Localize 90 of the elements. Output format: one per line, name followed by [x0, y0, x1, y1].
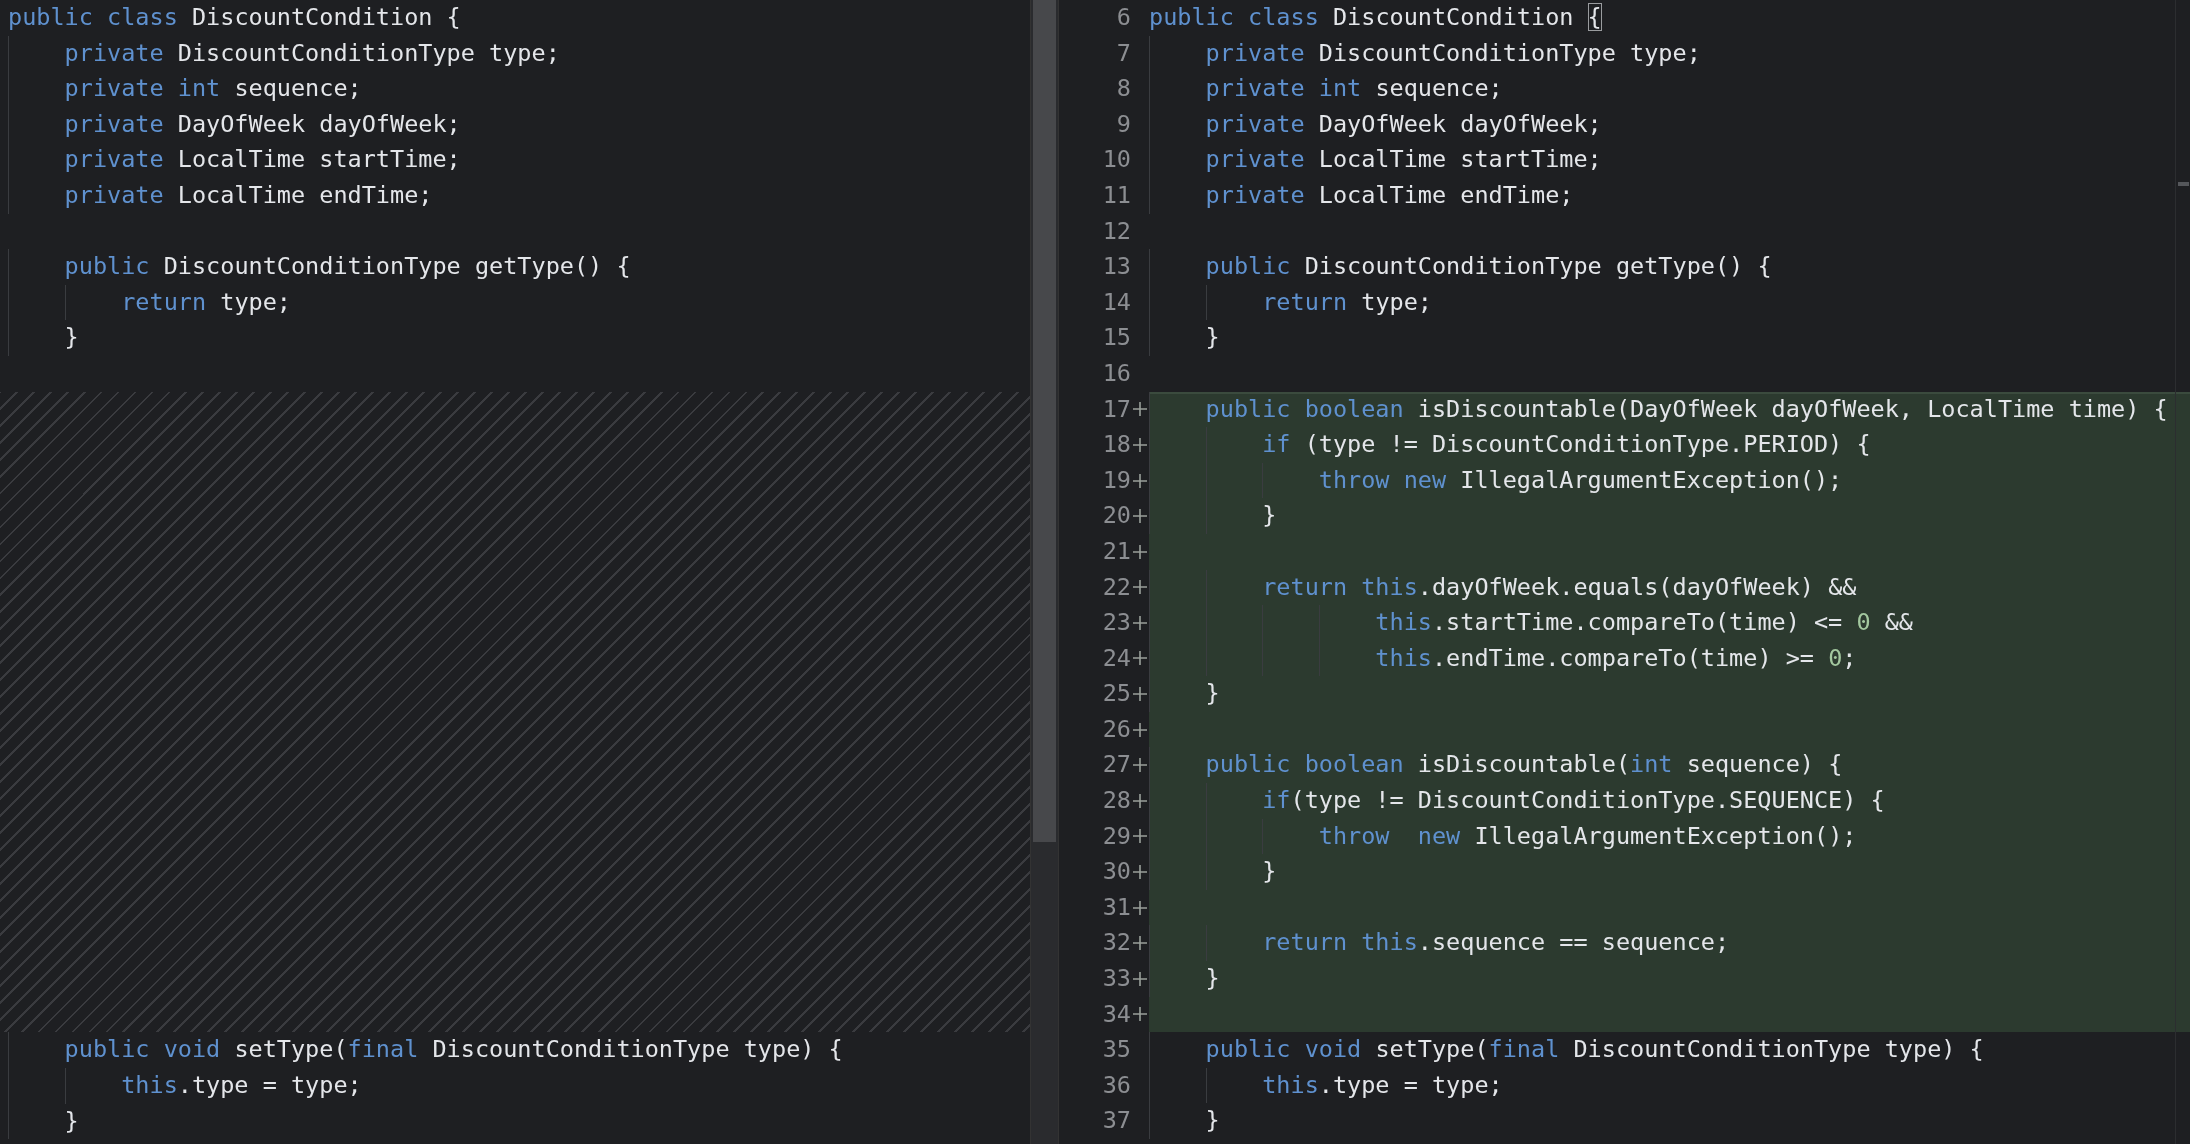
plus-icon	[1133, 936, 1147, 951]
line-number: 26	[1101, 713, 1131, 745]
code-line: this.endTime.compareTo(time) >= 0;	[1374, 643, 1857, 672]
line-number: 9	[1115, 108, 1131, 140]
plus-icon	[1133, 473, 1147, 488]
plus-icon	[1133, 900, 1147, 915]
code-line: private DiscountConditionType type;	[1204, 38, 1701, 67]
line-number: 28	[1101, 785, 1131, 817]
code-line: this.type = type;	[120, 1070, 362, 1099]
plus-icon	[1133, 793, 1147, 808]
plus-icon	[1133, 722, 1147, 737]
code-line: private LocalTime endTime;	[63, 180, 433, 209]
line-number: 31	[1101, 891, 1131, 923]
line-number: 19	[1101, 464, 1131, 496]
line-number: 35	[1101, 1034, 1131, 1066]
line-number: 16	[1101, 357, 1131, 389]
line-number: 37	[1101, 1105, 1131, 1137]
line-number: 11	[1101, 179, 1131, 211]
code-line: public void setType(final DiscountConditionType type) {	[1204, 1035, 1984, 1064]
code-line: private LocalTime endTime;	[1204, 180, 1574, 209]
scrollbar[interactable]	[2175, 0, 2190, 1144]
code-line: private LocalTime startTime;	[1204, 145, 1602, 174]
code-line: private int sequence;	[63, 74, 362, 103]
line-number: 18	[1101, 429, 1131, 461]
code-line: return type;	[120, 287, 291, 316]
line-number: 17	[1101, 393, 1131, 425]
plus-icon	[1133, 402, 1147, 417]
code-line: }	[1204, 964, 1220, 993]
code-line: public void setType(final DiscountConditionType type) {	[63, 1035, 843, 1064]
line-number: 14	[1101, 286, 1131, 318]
line-number: 7	[1115, 37, 1131, 69]
line-number: 24	[1101, 642, 1131, 674]
code-line: if(type != DiscountConditionType.SEQUENCE) {	[1261, 786, 1885, 815]
code-line: throw new IllegalArgumentException();	[1317, 465, 1843, 494]
code-line: private LocalTime startTime;	[63, 145, 461, 174]
code-line: public boolean isDiscountable(DayOfWeek dayOfWeek, LocalTime time) {	[1204, 394, 2168, 423]
code-line: public DiscountConditionType getType() {	[1204, 252, 1772, 281]
plus-icon	[1133, 544, 1147, 559]
plus-icon	[1133, 651, 1147, 666]
line-number: 10	[1101, 144, 1131, 176]
line-number: 22	[1101, 571, 1131, 603]
line-number: 20	[1101, 500, 1131, 532]
plus-icon	[1133, 615, 1147, 630]
line-number: 6	[1115, 2, 1131, 33]
line-number: 21	[1101, 535, 1131, 567]
code-line: }	[1204, 1106, 1220, 1135]
plus-icon	[1133, 865, 1147, 880]
line-number: 33	[1101, 963, 1131, 995]
code-line: }	[1261, 501, 1277, 530]
code-line: return type;	[1261, 287, 1432, 316]
line-number: 32	[1101, 927, 1131, 959]
plus-icon	[1133, 971, 1147, 986]
code-line: }	[1204, 323, 1220, 352]
line-number: 23	[1101, 607, 1131, 639]
line-number: 8	[1115, 73, 1131, 105]
code-line: public boolean isDiscountable(int sequence) {	[1204, 750, 1843, 779]
code-line: private DayOfWeek dayOfWeek;	[1204, 109, 1602, 138]
code-line: }	[1261, 857, 1277, 886]
plus-icon	[1133, 1007, 1147, 1022]
plus-icon	[1133, 580, 1147, 595]
code-line: this.type = type;	[1261, 1070, 1503, 1099]
code-line: if (type != DiscountConditionType.PERIOD) {	[1261, 430, 1871, 459]
plus-icon	[1133, 509, 1147, 524]
code-line: return this.sequence == sequence;	[1261, 928, 1730, 957]
line-number: 29	[1101, 820, 1131, 852]
line-number: 34	[1101, 998, 1131, 1030]
code-line: private int sequence;	[1204, 74, 1503, 103]
code-line: private DiscountConditionType type;	[63, 38, 560, 67]
code-line: public DiscountConditionType getType() {	[63, 252, 631, 281]
code-line: }	[63, 1106, 79, 1135]
code-line: private DayOfWeek dayOfWeek;	[63, 109, 461, 138]
code-line: }	[63, 323, 79, 352]
line-number: 13	[1101, 251, 1131, 283]
code-line: }	[1204, 679, 1220, 708]
plus-icon	[1133, 829, 1147, 844]
scrollbar[interactable]	[1030, 0, 1059, 1144]
code-line: throw new IllegalArgumentException();	[1317, 821, 1857, 850]
plus-icon	[1133, 687, 1147, 702]
line-number: 27	[1101, 749, 1131, 781]
line-number: 36	[1101, 1069, 1131, 1101]
line-number: 30	[1101, 856, 1131, 888]
code-line: return this.dayOfWeek.equals(dayOfWeek) &&	[1261, 572, 1857, 601]
line-number: 12	[1101, 215, 1131, 247]
plus-icon	[1133, 758, 1147, 773]
code-line: public class DiscountCondition {	[8, 3, 461, 31]
plus-icon	[1133, 437, 1147, 452]
line-number: 25	[1101, 678, 1131, 710]
line-number: 15	[1101, 322, 1131, 354]
code-line: this.startTime.compareTo(time) <= 0 &&	[1374, 608, 1914, 637]
code-line: public class DiscountCondition {	[1149, 3, 1602, 31]
